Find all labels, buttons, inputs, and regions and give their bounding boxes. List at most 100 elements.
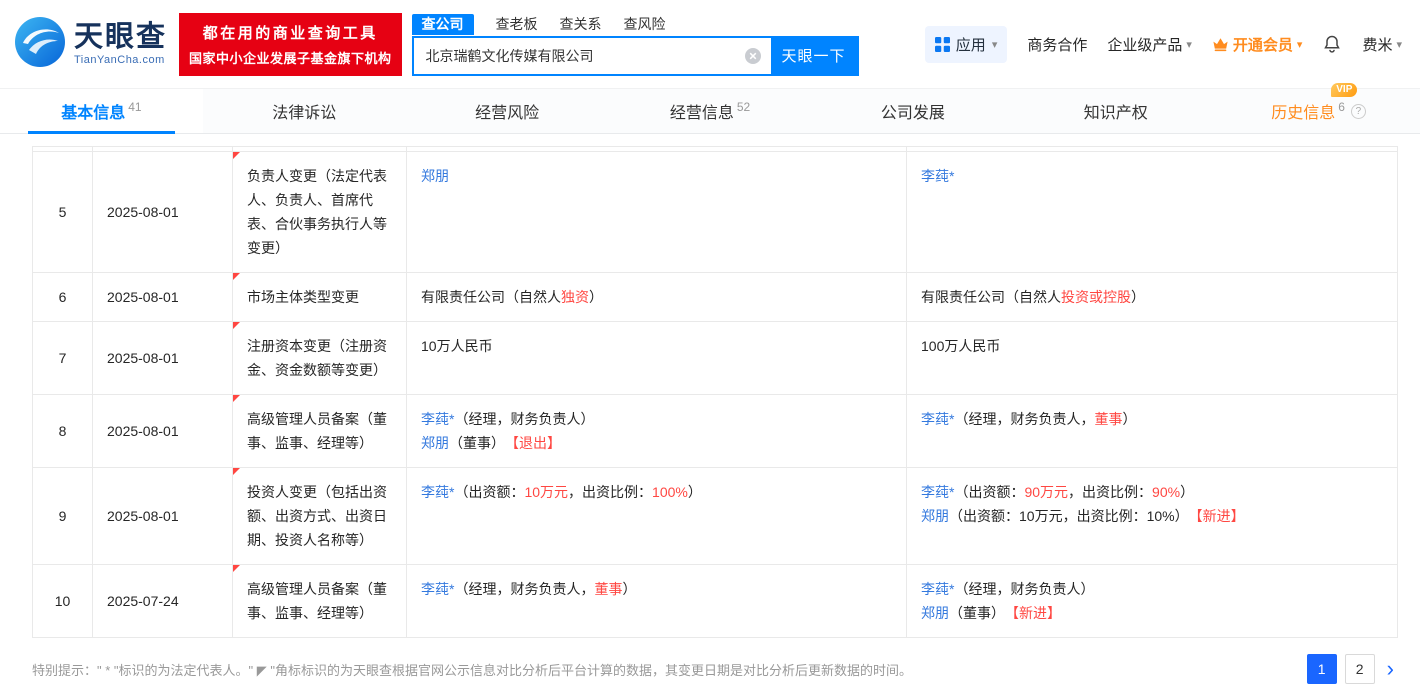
before-change-cell: 有限责任公司（自然人独资）	[407, 273, 907, 322]
corner-mark-icon	[233, 468, 240, 475]
before-change-cell: 10万人民币	[407, 322, 907, 395]
clear-search-icon[interactable]	[745, 48, 761, 64]
entity-link[interactable]: 郑朋	[921, 605, 949, 621]
cell-text: 有限责任公司（自然人	[921, 289, 1061, 305]
change-date-cell: 2025-08-01	[93, 395, 233, 468]
chevron-down-icon: ▾	[1186, 38, 1192, 51]
page-button-2[interactable]: 2	[1345, 654, 1375, 684]
cell-line: 李莼*（经理，财务负责人）	[921, 577, 1383, 601]
cell-line: 李莼*	[921, 164, 1383, 188]
entity-link[interactable]: 李莼*	[921, 411, 954, 427]
corner-mark-icon	[233, 565, 240, 572]
after-change-cell: 李莼*（经理，财务负责人）郑朋（董事） 【新进】	[907, 565, 1398, 638]
change-date-cell: 2025-08-01	[93, 322, 233, 395]
search-tab-risk[interactable]: 查风险	[624, 14, 666, 35]
change-item-text: 高级管理人员备案（董事、监事、经理等）	[247, 581, 387, 621]
tab-label: 法律诉讼	[272, 99, 336, 123]
search-button[interactable]: 天眼一下	[771, 38, 857, 74]
change-date-cell: 2025-08-01	[93, 152, 233, 273]
row-number-cell: 5	[33, 152, 93, 273]
entity-link[interactable]: 李莼*	[921, 581, 954, 597]
nav-tabs: 基本信息41 法律诉讼 经营风险经营信息52 公司发展 知识产权历史信息VIP6?	[0, 88, 1420, 134]
cell-text: （经理，财务负责人）	[454, 411, 594, 427]
cell-text: （出资额：	[454, 484, 524, 500]
tab-count-wrap: 41	[125, 100, 141, 122]
tab-history[interactable]: 历史信息VIP6?	[1217, 89, 1420, 133]
page-button-1[interactable]: 1	[1307, 654, 1337, 684]
help-icon[interactable]: ?	[1351, 104, 1366, 119]
tab-count: 52	[737, 100, 750, 114]
entity-link[interactable]: 李莼*	[421, 411, 454, 427]
cell-text: 独资	[561, 289, 589, 305]
search-tab-relation[interactable]: 查关系	[560, 14, 602, 35]
table-row: 92025-08-01投资人变更（包括出资额、出资方式、出资日期、投资人名称等）…	[33, 468, 1398, 565]
change-item-cell: 负责人变更（法定代表人、负责人、首席代表、合伙事务执行人等变更）	[233, 152, 407, 273]
tab-count-wrap: VIP6	[1335, 100, 1345, 122]
entity-link[interactable]: 李莼*	[921, 168, 954, 184]
cell-text: 10万元	[524, 484, 568, 500]
cell-text: （经理，财务负责人，	[954, 411, 1094, 427]
entity-link[interactable]: 郑朋	[421, 435, 449, 451]
logo-brand: 天眼查	[74, 22, 167, 52]
tab-ip[interactable]: 知识产权	[1014, 89, 1217, 133]
row-number-cell: 6	[33, 273, 93, 322]
cell-text: 100%	[652, 484, 688, 500]
change-item-text: 市场主体类型变更	[247, 289, 359, 305]
before-change-cell: 李莼*（经理，财务负责人）郑朋（董事） 【退出】	[407, 395, 907, 468]
before-change-cell: 郑朋	[407, 152, 907, 273]
tab-development[interactable]: 公司发展	[811, 89, 1014, 133]
vip-badge: VIP	[1331, 83, 1357, 97]
corner-mark-icon	[233, 273, 240, 280]
after-change-cell: 李莼*（出资额：90万元，出资比例：90%）郑朋（出资额：10万元，出资比例：1…	[907, 468, 1398, 565]
tianyancha-logo[interactable]: 天眼查 TianYanCha.com	[14, 16, 167, 73]
change-item-cell: 投资人变更（包括出资额、出资方式、出资日期、投资人名称等）	[233, 468, 407, 565]
change-records-table: 52025-08-01负责人变更（法定代表人、负责人、首席代表、合伙事务执行人等…	[32, 146, 1398, 638]
cell-text: 有限责任公司（自然人	[421, 289, 561, 305]
menu-business-cooperation[interactable]: 商务合作	[1027, 34, 1087, 55]
cell-text: 董事	[594, 581, 622, 597]
tab-operation-info[interactable]: 经营信息52	[609, 89, 812, 133]
user-name: 费米	[1362, 34, 1392, 55]
search-input-wrap	[414, 38, 771, 74]
cell-text: （董事）	[449, 435, 512, 451]
cell-line: 100万人民币	[921, 334, 1383, 358]
vip-label: 开通会员	[1233, 34, 1293, 55]
tab-label: 公司发展	[881, 99, 945, 123]
table-row: 52025-08-01负责人变更（法定代表人、负责人、首席代表、合伙事务执行人等…	[33, 152, 1398, 273]
change-item-cell: 高级管理人员备案（董事、监事、经理等）	[233, 565, 407, 638]
change-item-cell: 市场主体类型变更	[233, 273, 407, 322]
tab-legal[interactable]: 法律诉讼	[203, 89, 406, 133]
menu-label: 商务合作	[1027, 34, 1087, 55]
change-item-text: 注册资本变更（注册资金、资金数额等变更）	[247, 338, 387, 378]
cell-text: （出资额：10万元，出资比例：10%）	[949, 508, 1196, 524]
menu-open-vip[interactable]: 开通会员 ▾	[1212, 34, 1303, 55]
notification-bell-icon[interactable]	[1322, 34, 1342, 54]
entity-link[interactable]: 李莼*	[421, 484, 454, 500]
search-input[interactable]	[414, 38, 771, 74]
menu-label: 企业级产品	[1107, 34, 1182, 55]
entity-link[interactable]: 李莼*	[421, 581, 454, 597]
user-menu[interactable]: 费米 ▾	[1362, 34, 1402, 55]
next-page-button[interactable]: ›	[1383, 654, 1398, 684]
search-tab-company[interactable]: 查公司	[412, 14, 474, 35]
header-right-menu: 应用 ▾ 商务合作 企业级产品 ▾ 开通会员 ▾	[925, 26, 1406, 63]
tab-count-wrap: 52	[734, 100, 750, 122]
cell-text: ）	[688, 484, 702, 500]
entity-link[interactable]: 李莼*	[921, 484, 954, 500]
search-tab-boss[interactable]: 查老板	[496, 14, 538, 35]
entity-link[interactable]: 郑朋	[421, 168, 449, 184]
after-change-cell: 李莼*	[907, 152, 1398, 273]
entity-link[interactable]: 郑朋	[921, 508, 949, 524]
cell-text: ）	[1131, 289, 1145, 305]
cell-text: 90万元	[1024, 484, 1068, 500]
change-date-cell: 2025-08-01	[93, 468, 233, 565]
slogan-line2: 国家中小企业发展子基金旗下机构	[189, 48, 392, 67]
cell-text: 董事	[1094, 411, 1122, 427]
footer: 特别提示：" * "标识的为法定代表人。" ◤ "角标标识的为天眼查根据官网公示…	[32, 654, 1398, 684]
search-tabs: 查公司 查老板 查关系 查风险	[412, 13, 859, 35]
apps-menu[interactable]: 应用 ▾	[925, 26, 1008, 63]
menu-enterprise-products[interactable]: 企业级产品 ▾	[1107, 34, 1192, 55]
cell-line: 郑朋	[421, 164, 892, 188]
tab-basic-info[interactable]: 基本信息41	[0, 89, 203, 133]
tab-operation-risk[interactable]: 经营风险	[406, 89, 609, 133]
